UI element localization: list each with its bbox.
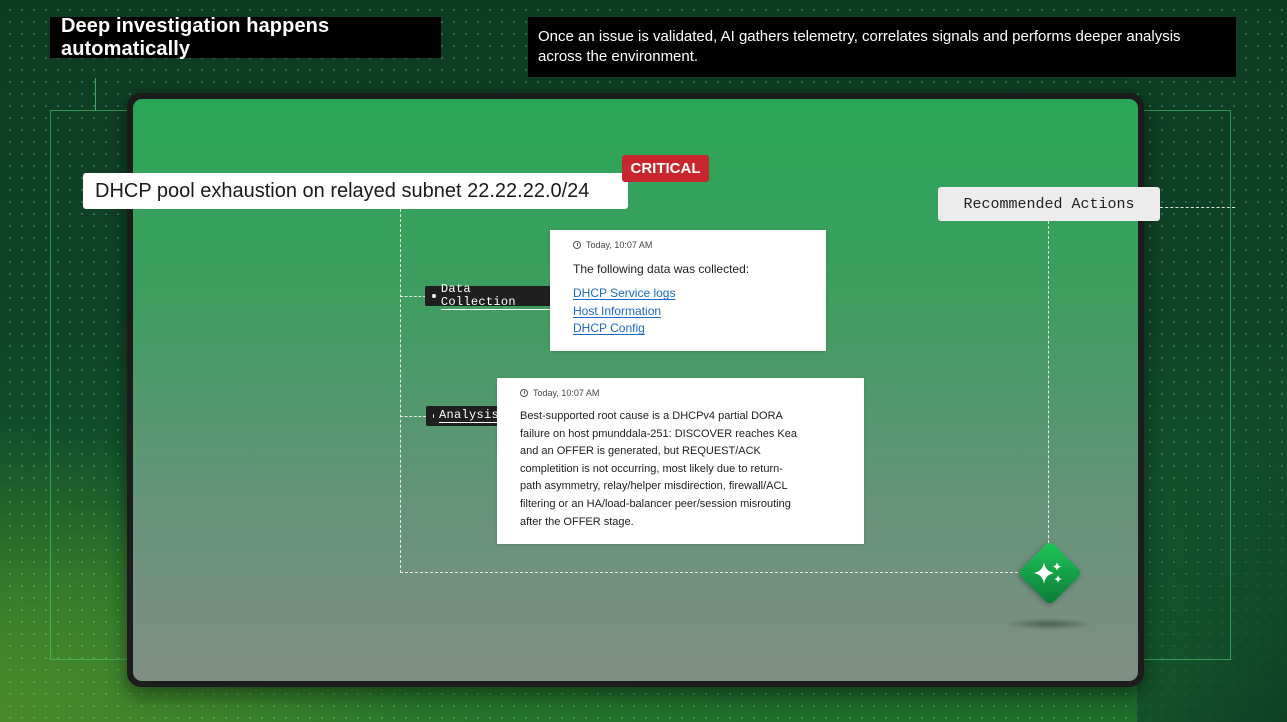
analysis-line: filtering or an HA/load-balancer peer/se… bbox=[520, 497, 791, 510]
analysis-line: path asymmetry, relay/helper misdirectio… bbox=[520, 480, 788, 493]
analysis-branch bbox=[400, 416, 426, 417]
data-collection-card: Today, 10:07 AM The following data was c… bbox=[550, 230, 826, 351]
clock-icon bbox=[573, 241, 581, 249]
data-collection-tag-label: Data Collection bbox=[440, 282, 551, 310]
link-dhcp-config[interactable]: DHCP Config bbox=[573, 320, 826, 338]
analysis-line: after the OFFER stage. bbox=[520, 515, 634, 528]
recommended-actions-button[interactable]: Recommended Actions bbox=[938, 187, 1160, 221]
ai-assistant-button[interactable] bbox=[1017, 540, 1083, 606]
page-description: Once an issue is validated, AI gathers t… bbox=[528, 17, 1236, 77]
analysis-text: Best-supported root cause is a DHCPv4 pa… bbox=[520, 408, 864, 531]
analysis-line: completition is not occurring, most like… bbox=[520, 462, 783, 475]
data-collection-tag: Data Collection bbox=[425, 282, 558, 310]
analysis-card: Today, 10:07 AM Best-supported root caus… bbox=[497, 378, 864, 544]
analysis-line: and an OFFER is generated, but REQUEST/A… bbox=[520, 445, 761, 458]
tree-vertical-line bbox=[400, 209, 401, 573]
tree-bottom-line bbox=[400, 572, 1048, 573]
data-collection-branch bbox=[400, 296, 426, 297]
analysis-tag: Analysis bbox=[426, 406, 506, 426]
frame-connector bbox=[95, 78, 96, 110]
bullet-icon bbox=[432, 294, 436, 298]
link-dhcp-service-logs[interactable]: DHCP Service logs bbox=[573, 285, 826, 303]
actions-vertical-line bbox=[1048, 221, 1049, 573]
analysis-tag-label: Analysis bbox=[438, 408, 499, 423]
clock-icon bbox=[520, 389, 528, 397]
diamond-shadow bbox=[1003, 618, 1095, 630]
collected-links: DHCP Service logs Host Information DHCP … bbox=[573, 285, 826, 338]
link-host-information[interactable]: Host Information bbox=[573, 303, 826, 321]
analysis-line: failure on host pmunddala-251: DISCOVER … bbox=[520, 427, 797, 440]
analysis-timestamp: Today, 10:07 AM bbox=[520, 388, 864, 398]
severity-badge: CRITICAL bbox=[622, 155, 709, 182]
data-collection-intro: The following data was collected: bbox=[573, 262, 750, 276]
data-collection-timestamp: Today, 10:07 AM bbox=[573, 240, 826, 250]
page-title: Deep investigation happens automatically bbox=[50, 15, 441, 60]
bullet-icon bbox=[433, 414, 434, 418]
analysis-line: Best-supported root cause is a DHCPv4 pa… bbox=[520, 410, 783, 422]
incident-title: DHCP pool exhaustion on relayed subnet 2… bbox=[83, 173, 628, 209]
sparkle-icon bbox=[1034, 562, 1062, 584]
actions-right-line bbox=[1160, 207, 1235, 208]
